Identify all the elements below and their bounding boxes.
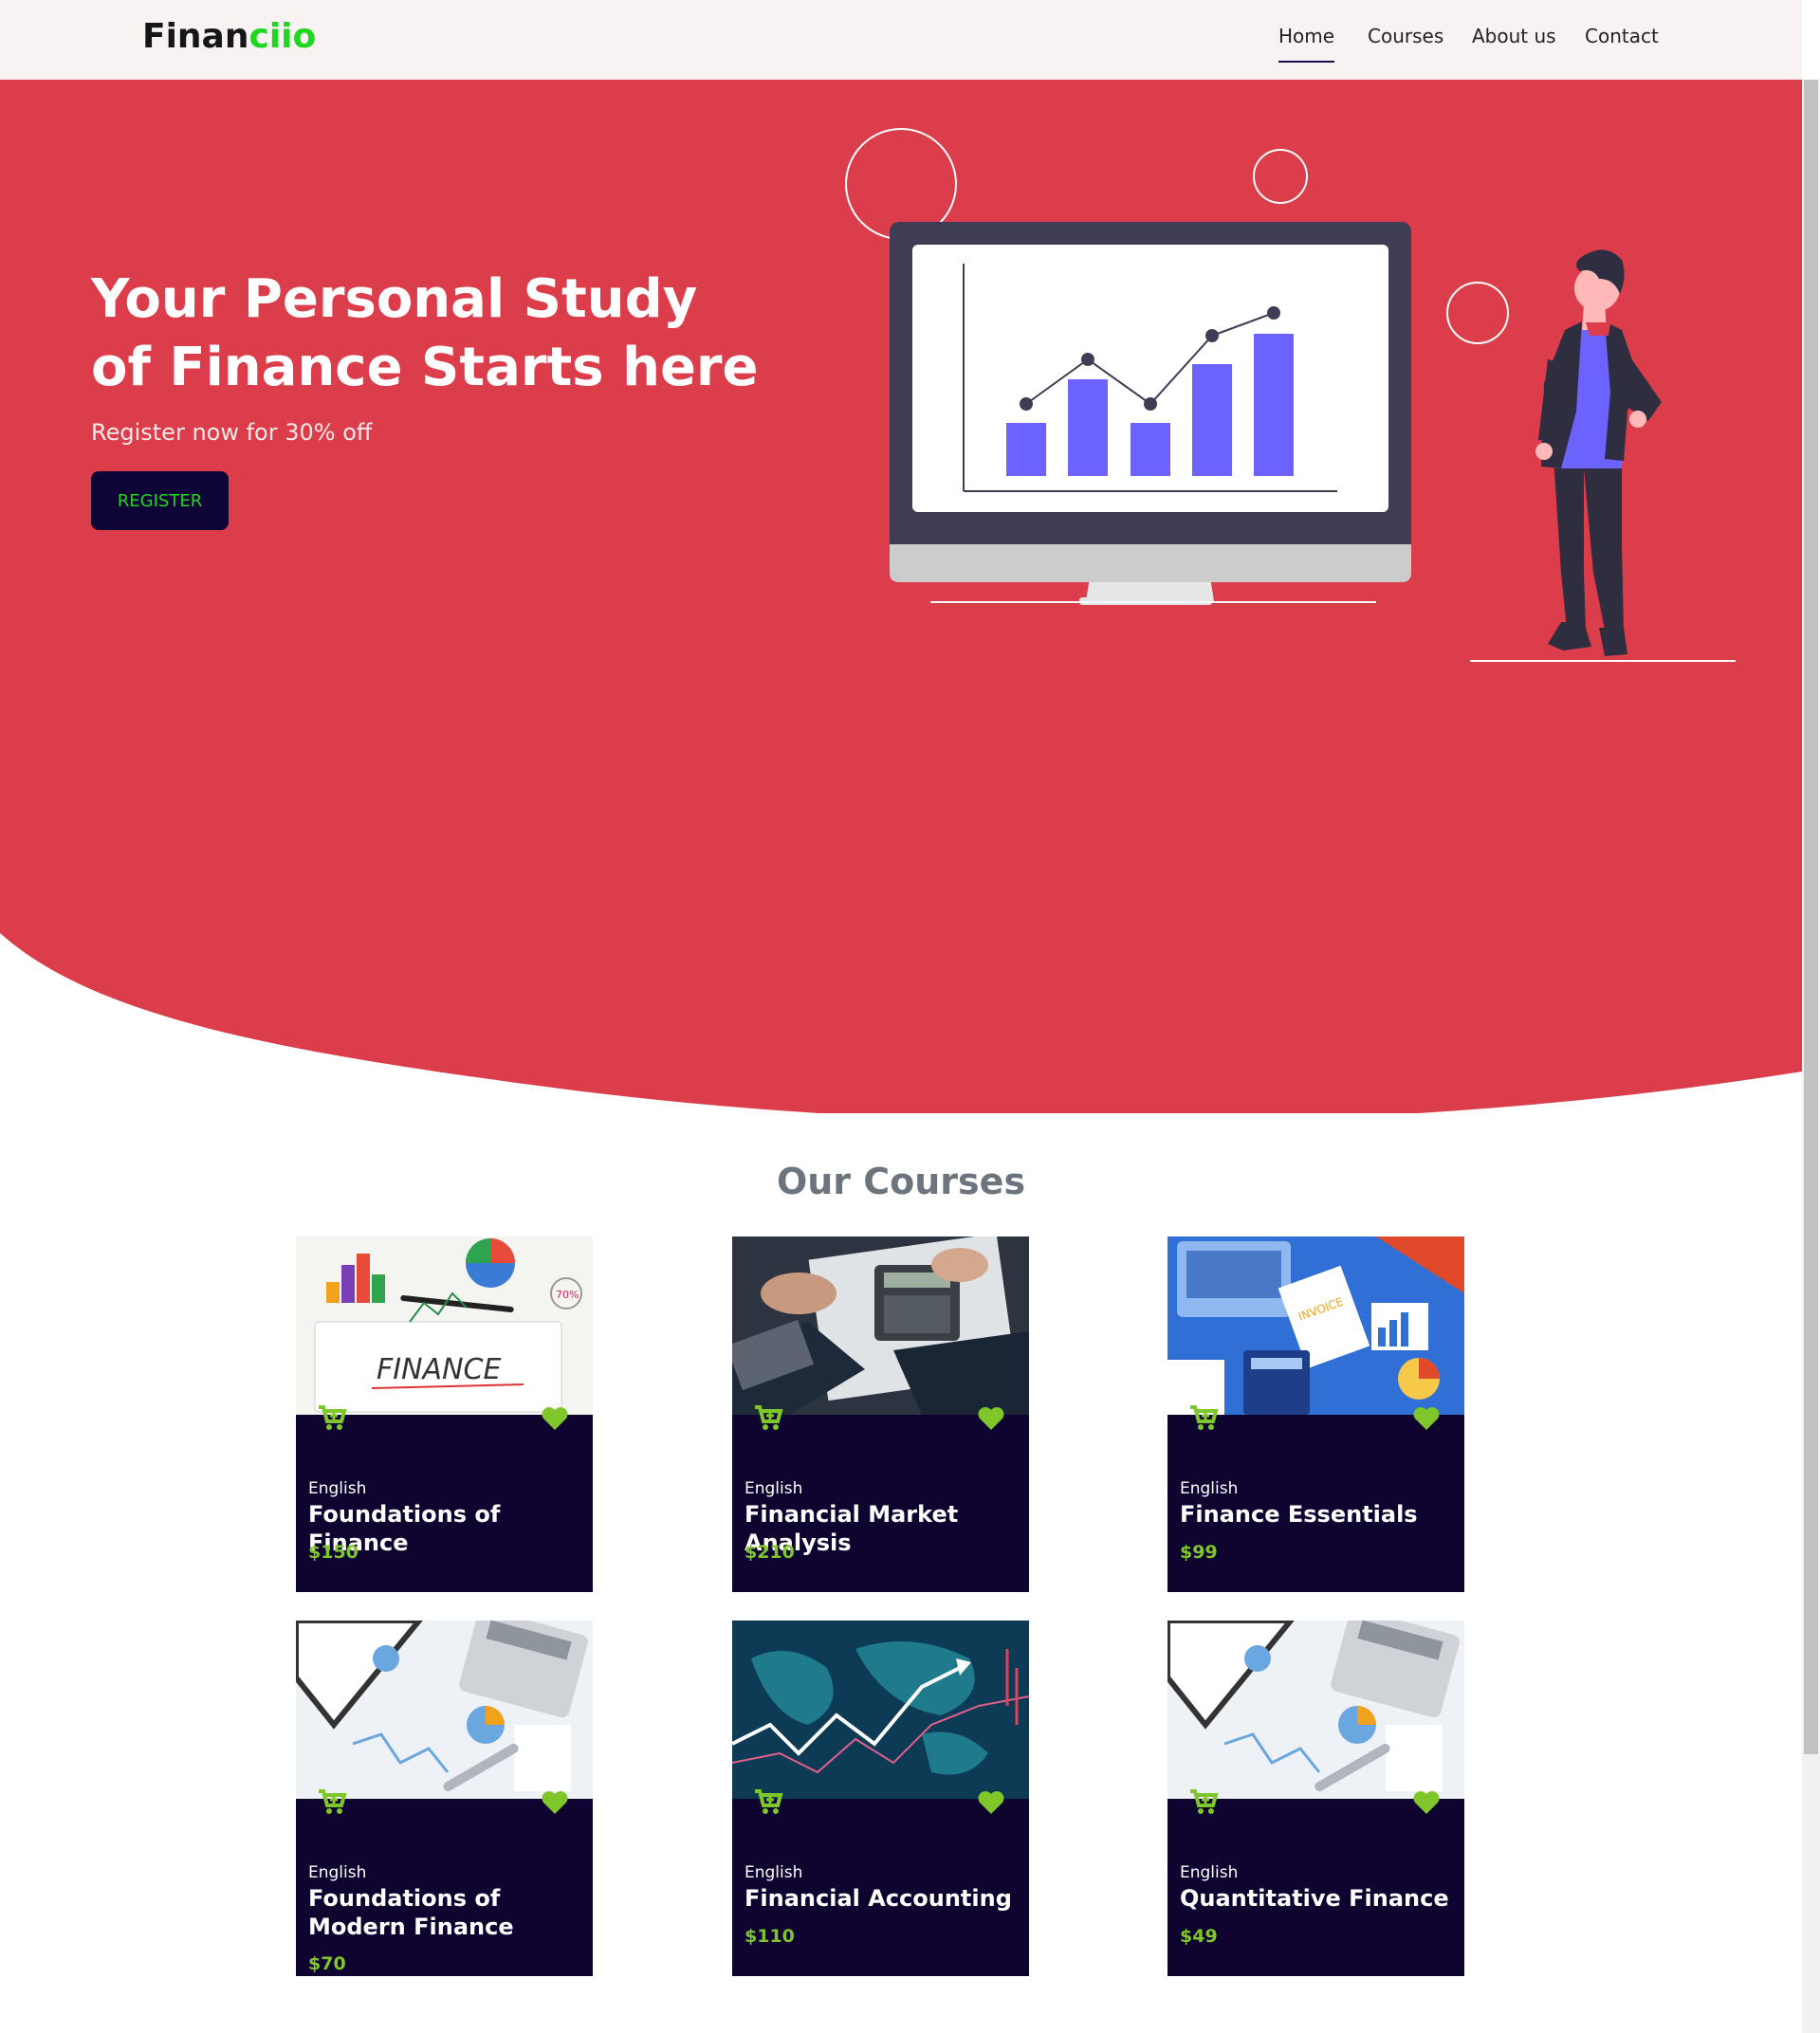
- page-scrollbar-thumb[interactable]: [1804, 80, 1818, 1754]
- heart-icon[interactable]: [541, 1790, 569, 1815]
- decor-circle: [1253, 149, 1308, 204]
- nav-link-about[interactable]: About us: [1472, 25, 1556, 47]
- course-card[interactable]: FINANCE 70% English Foundations of Finan…: [296, 1236, 593, 1592]
- nav-link-contact[interactable]: Contact: [1585, 25, 1659, 47]
- cart-plus-icon[interactable]: [753, 1788, 783, 1815]
- nav-menu: Home Courses About us Contact: [0, 0, 1802, 80]
- course-price: $210: [745, 1542, 795, 1563]
- course-image-finance-notepad: FINANCE 70%: [296, 1236, 593, 1415]
- cart-plus-icon[interactable]: [317, 1404, 347, 1431]
- course-language: English: [308, 1479, 367, 1498]
- course-title[interactable]: Financial Accounting: [745, 1884, 1024, 1913]
- course-image-calculator-charts: [1167, 1621, 1464, 1799]
- course-price: $110: [745, 1926, 795, 1947]
- course-language: English: [745, 1863, 803, 1882]
- hero-section: Your Personal Study of Finance Starts he…: [0, 80, 1802, 1113]
- course-image-flat-finance: INVOICE: [1167, 1236, 1464, 1415]
- svg-text:70%: 70%: [556, 1289, 579, 1301]
- course-card[interactable]: English Foundations of Modern Finance $7…: [296, 1621, 593, 1976]
- cart-plus-icon[interactable]: [317, 1788, 347, 1815]
- cart-plus-icon[interactable]: [753, 1404, 783, 1431]
- course-card[interactable]: English Quantitative Finance $49: [1167, 1621, 1464, 1976]
- navbar: Financiio Home Courses About us Contact: [0, 0, 1802, 80]
- course-title[interactable]: Foundations of Modern Finance: [308, 1884, 588, 1941]
- cart-plus-icon[interactable]: [1188, 1404, 1219, 1431]
- course-price: $49: [1180, 1926, 1218, 1947]
- nav-link-courses[interactable]: Courses: [1368, 25, 1443, 47]
- cart-plus-icon[interactable]: [1188, 1788, 1219, 1815]
- course-language: English: [1180, 1479, 1239, 1498]
- heart-icon[interactable]: [977, 1406, 1005, 1431]
- course-card[interactable]: INVOICE English Finance Essentials $99: [1167, 1236, 1464, 1592]
- monitor-icon: [890, 222, 1411, 605]
- course-price: $99: [1180, 1542, 1218, 1563]
- course-language: English: [308, 1863, 367, 1882]
- decor-circle: [1446, 282, 1509, 344]
- heart-icon[interactable]: [977, 1790, 1005, 1815]
- svg-text:FINANCE: FINANCE: [377, 1353, 501, 1386]
- course-image-stock-map: [732, 1621, 1029, 1799]
- course-price: $70: [308, 1953, 346, 1974]
- course-price: $150: [308, 1542, 358, 1563]
- person-illustration: [1470, 249, 1736, 662]
- hero-illustration: [845, 128, 1736, 662]
- course-image-hands-calculator: [732, 1236, 1029, 1415]
- course-language: English: [1180, 1863, 1239, 1882]
- hero-subtitle: Register now for 30% off: [91, 419, 373, 446]
- course-image-calculator-charts: [296, 1621, 593, 1799]
- heart-icon[interactable]: [1412, 1406, 1441, 1431]
- nav-link-home[interactable]: Home: [1278, 25, 1335, 63]
- course-language: English: [745, 1479, 803, 1498]
- register-button[interactable]: REGISTER: [91, 471, 229, 530]
- course-card[interactable]: English Financial Accounting $110: [732, 1621, 1029, 1976]
- course-title[interactable]: Quantitative Finance: [1180, 1884, 1460, 1913]
- heart-icon[interactable]: [541, 1406, 569, 1431]
- course-title[interactable]: Finance Essentials: [1180, 1500, 1460, 1529]
- course-card[interactable]: English Financial Market Analysis $210: [732, 1236, 1029, 1592]
- hero-title: Your Personal Study of Finance Starts he…: [91, 268, 759, 398]
- courses-section-title: Our Courses: [776, 1161, 1026, 1202]
- heart-icon[interactable]: [1412, 1790, 1441, 1815]
